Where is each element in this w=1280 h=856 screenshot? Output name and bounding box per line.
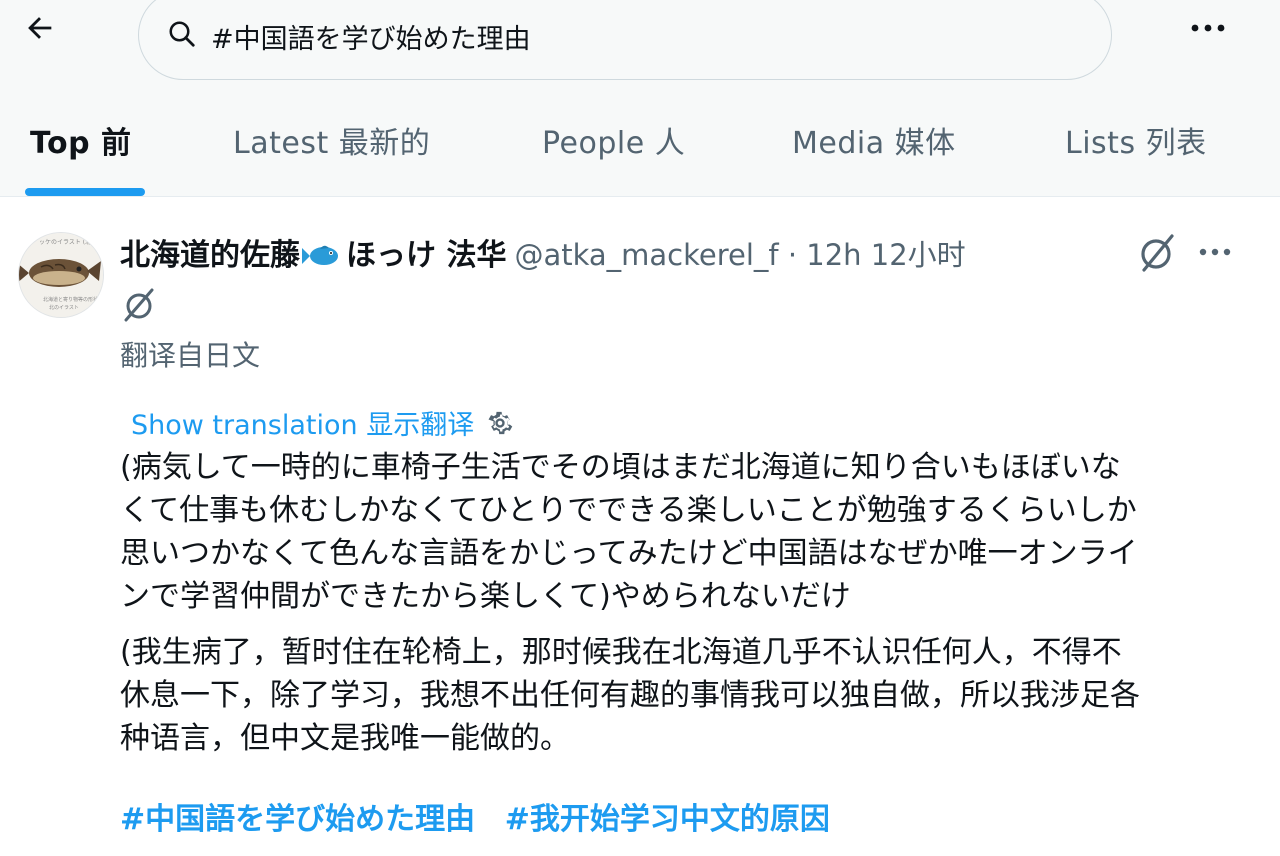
fish-illustration-icon: ッケのイラスト (北 北海道と寄り物等の形状 北のイラスト [19,233,103,317]
more-icon [1199,248,1231,256]
avatar[interactable]: ッケのイラスト (北 北海道と寄り物等の形状 北のイラスト [18,232,104,318]
search-tabs: Top 前 Latest 最新的 People 人 Media 媒体 Lists… [0,100,1280,196]
gear-icon[interactable] [484,407,516,439]
top-bar: #中国語を学び始めた理由 Top 前 Latest 最新的 People 人 M… [0,0,1280,196]
divider [0,196,1280,197]
author-name[interactable]: 北海道的佐藤 [120,238,300,273]
more-options-button[interactable] [1184,8,1232,48]
show-translation-link[interactable]: Show translation 显示翻译 [131,403,516,442]
tweet-more-button[interactable] [1192,234,1238,270]
translation-text-line: 种语言，但中文是我唯一能做的。 [120,721,570,756]
tweet-text-line: くて仕事も休むしかなくてひとりでできる楽しいことが勉強するくらいしか [120,493,1137,528]
author-name-suffix[interactable]: ほっけ 法华 [346,238,506,273]
search-input[interactable]: #中国語を学び始めた理由 [138,0,1112,80]
tweet-original-text: (病気して一時的に車椅子生活でその頃はまだ北海道に知り合いもほぼいな くて仕事も… [120,446,1240,618]
fish-emoji-icon [302,245,338,265]
back-button[interactable] [18,6,62,50]
tweet-text-line: ンで学習仲間ができたから楽しくて)やめられないだけ [120,579,851,614]
tweet-text-line: 思いつかなくて色んな言語をかじってみたけど中国語はなぜか唯一オンライ [120,536,1138,571]
back-arrow-icon [28,17,52,39]
avatar-caption-1: ッケのイラスト (北 [39,238,91,246]
translation-text-line: (我生病了，暂时住在轮椅上，那时候我在北海道几乎不认识任何人，不得不 [120,635,1122,670]
translated-from-label: 翻译自日文 [120,339,261,372]
translate-badge-icon[interactable] [1134,230,1178,274]
more-icon [1191,24,1225,32]
search-icon [169,21,195,47]
tab-lists[interactable]: Lists 列表 [1065,118,1207,162]
hashtag-link[interactable]: #我开始学习中文的原因 [505,802,830,837]
tweet-text-line: (病気して一時的に車椅子生活でその頃はまだ北海道に知り合いもほぼいな [120,450,1121,485]
author-handle-time[interactable]: @atka_mackerel_f · 12h 12小时 [514,238,965,272]
tab-top[interactable]: Top 前 [30,118,132,162]
tweet-author-row: 北海道的佐藤 ほっけ 法华 @atka_mackerel_f · 12h 12小时 [120,230,966,274]
tab-latest[interactable]: Latest 最新的 [233,118,430,162]
hashtag-link[interactable]: #中国語を学び始めた理由 [120,802,475,837]
show-translation-label: Show translation 显示翻译 [131,410,475,441]
translate-badge-icon [124,288,154,322]
hashtag-row: #中国語を学び始めた理由 #我开始学习中文的原因 [120,794,850,838]
tab-people[interactable]: People 人 [542,118,685,162]
active-tab-indicator [25,188,145,196]
avatar-caption-3: 北のイラスト [49,304,79,311]
search-query: #中国語を学び始めた理由 [211,24,531,55]
tab-media[interactable]: Media 媒体 [792,118,956,162]
avatar-caption-2: 北海道と寄り物等の形状 [43,296,98,303]
tweet-translation-text: (我生病了，暂时住在轮椅上，那时候我在北海道几乎不认识任何人，不得不 休息一下，… [120,631,1240,760]
translation-text-line: 休息一下，除了学习，我想不出任何有趣的事情我可以独自做，所以我涉足各 [120,678,1140,713]
